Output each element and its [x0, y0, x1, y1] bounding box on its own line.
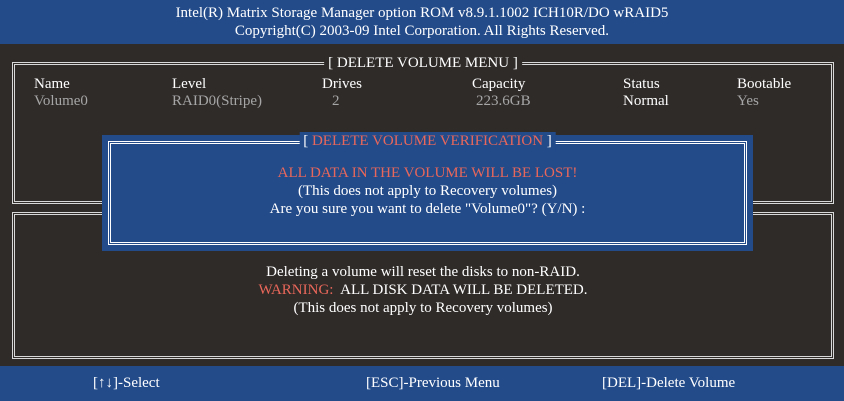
dialog-title-bracket-open: [	[303, 133, 312, 149]
rom-version-text: Intel(R) Matrix Storage Manager option R…	[175, 5, 669, 21]
column-header-capacity: Capacity	[472, 76, 526, 92]
info-reset-text: Deleting a volume will reset the disks t…	[266, 264, 580, 280]
column-header-drives: Drives	[322, 76, 362, 92]
dialog-title-bracket-close: ]	[543, 133, 552, 149]
volume-name: Volume0	[34, 93, 88, 109]
info-recovery-note: (This does not apply to Recovery volumes…	[293, 300, 553, 316]
column-header-name: Name	[34, 76, 70, 92]
dialog-title-text: DELETE VOLUME VERIFICATION	[311, 133, 544, 149]
info-warning-line: WARNING: ALL DISK DATA WILL BE DELETED.	[15, 281, 831, 299]
key-help-bar: [↑↓]-Select [ESC]-Previous Menu [DEL]-De…	[0, 366, 844, 401]
dialog-title: [ DELETE VOLUME VERIFICATION ]	[299, 132, 556, 150]
column-header-status: Status	[623, 76, 660, 92]
previous-menu-key-hint: [ESC]-Previous Menu	[366, 375, 500, 391]
delete-confirmation-prompt[interactable]: Are you sure you want to delete "Volume0…	[111, 200, 744, 218]
volume-bootable: Yes	[737, 93, 759, 109]
select-key-hint: [↑↓]-Select	[93, 375, 160, 391]
volume-capacity: 223.6GB	[476, 93, 531, 109]
dialog-border: [ DELETE VOLUME VERIFICATION ] ALL DATA …	[108, 132, 747, 245]
column-header-bootable: Bootable	[737, 76, 792, 92]
volume-drives: 2	[332, 93, 340, 109]
delete-volume-key-hint: [DEL]-Delete Volume	[602, 375, 736, 391]
volume-level: RAID0(Stripe)	[172, 93, 262, 109]
recovery-volume-note: (This does not apply to Recovery volumes…	[297, 183, 558, 199]
warning-label: WARNING:	[258, 282, 334, 298]
column-header-level: Level	[172, 76, 207, 92]
title-bar: Intel(R) Matrix Storage Manager option R…	[0, 0, 844, 44]
data-loss-warning: ALL DATA IN THE VOLUME WILL BE LOST!	[277, 165, 578, 181]
copyright-text: Copyright(C) 2003-09 Intel Corporation. …	[234, 23, 610, 39]
panel-title: [ DELETE VOLUME MENU ]	[324, 54, 522, 72]
volume-status: Normal	[623, 93, 669, 109]
delete-volume-verification-dialog: [ DELETE VOLUME VERIFICATION ] ALL DATA …	[102, 132, 753, 251]
warning-text: ALL DISK DATA WILL BE DELETED.	[333, 282, 588, 298]
